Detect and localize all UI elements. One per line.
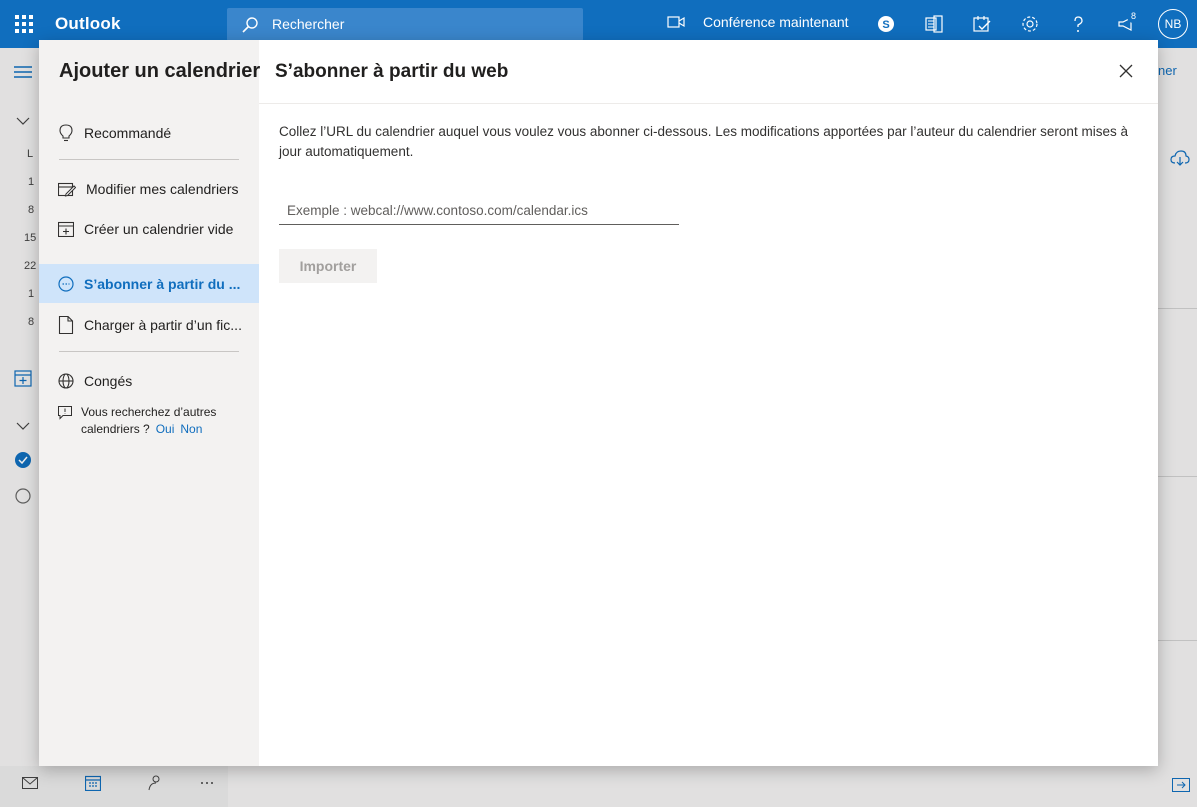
avatar[interactable]: NB — [1158, 9, 1188, 39]
search-placeholder: Rechercher — [272, 16, 345, 32]
svg-text:S: S — [882, 19, 889, 31]
add-calendar-dialog: Ajouter un calendrier Recommandé Modifie… — [39, 40, 1158, 766]
dialog-nav: Ajouter un calendrier Recommandé Modifie… — [39, 40, 261, 766]
waffle-icon — [15, 15, 33, 33]
feedback-prompt: Vous recherchez d’autres calendriers ? Ou… — [58, 404, 248, 438]
app-name[interactable]: Outlook — [55, 14, 121, 34]
globe-icon — [58, 373, 74, 389]
nav-item-edit-calendars[interactable]: Modifier mes calendriers — [39, 171, 259, 207]
nav-item-create-blank-calendar[interactable]: Créer un calendrier vide — [39, 211, 259, 247]
dialog-nav-title: Ajouter un calendrier — [59, 60, 261, 82]
calendar-url-input[interactable] — [279, 196, 679, 225]
nav-divider — [59, 159, 239, 160]
feedback-yes-link[interactable]: Oui — [156, 422, 175, 436]
nav-item-label: Congés — [84, 373, 133, 389]
my-day-button[interactable] — [970, 12, 994, 36]
help-icon — [1074, 16, 1083, 32]
file-icon — [58, 316, 74, 334]
import-button[interactable]: Importer — [279, 249, 377, 283]
search-box[interactable]: Rechercher — [227, 8, 583, 41]
calendar-check-icon — [973, 16, 991, 32]
video-icon — [667, 16, 685, 28]
office-app-icon — [925, 15, 943, 33]
nav-item-subscribe-from-web[interactable]: S’abonner à partir du ... — [39, 264, 259, 303]
nav-item-label: Charger à partir d’un fic... — [84, 317, 242, 333]
nav-item-label: Modifier mes calendriers — [86, 181, 239, 197]
feedback-icon — [58, 406, 72, 420]
edit-calendar-icon — [58, 182, 76, 197]
gear-icon — [1022, 16, 1038, 32]
nav-item-holidays[interactable]: Congés — [39, 363, 259, 399]
skype-button[interactable]: S — [874, 12, 898, 36]
skype-icon: S — [878, 16, 894, 32]
search-icon — [242, 17, 258, 33]
nav-item-recommended[interactable]: Recommandé — [39, 115, 259, 151]
close-icon[interactable] — [1117, 62, 1135, 80]
nav-divider — [59, 351, 239, 352]
lightbulb-icon — [59, 124, 73, 142]
notification-badge: 8 — [1127, 10, 1140, 23]
nav-item-label: Créer un calendrier vide — [84, 221, 234, 237]
office-button[interactable] — [922, 12, 946, 36]
dialog-title: S’abonner à partir du web — [275, 61, 509, 82]
meet-now-label: Conférence maintenant — [703, 14, 849, 30]
meet-now-button[interactable]: Conférence maintenant — [667, 14, 849, 30]
subscribe-icon — [58, 275, 74, 292]
nav-item-upload-from-file[interactable]: Charger à partir d’un fic... — [39, 307, 259, 343]
feedback-no-link[interactable]: Non — [180, 422, 202, 436]
settings-button[interactable] — [1018, 12, 1042, 36]
header-divider — [259, 103, 1158, 104]
subscribe-description: Collez l’URL du calendrier auquel vous v… — [279, 124, 1128, 159]
dialog-main-pane: S’abonner à partir du web Collez l’URL d… — [259, 40, 1158, 766]
nav-item-label: S’abonner à partir du ... — [84, 275, 241, 292]
help-button[interactable] — [1066, 12, 1090, 36]
add-calendar-icon — [58, 221, 74, 237]
nav-item-label: Recommandé — [84, 125, 172, 141]
